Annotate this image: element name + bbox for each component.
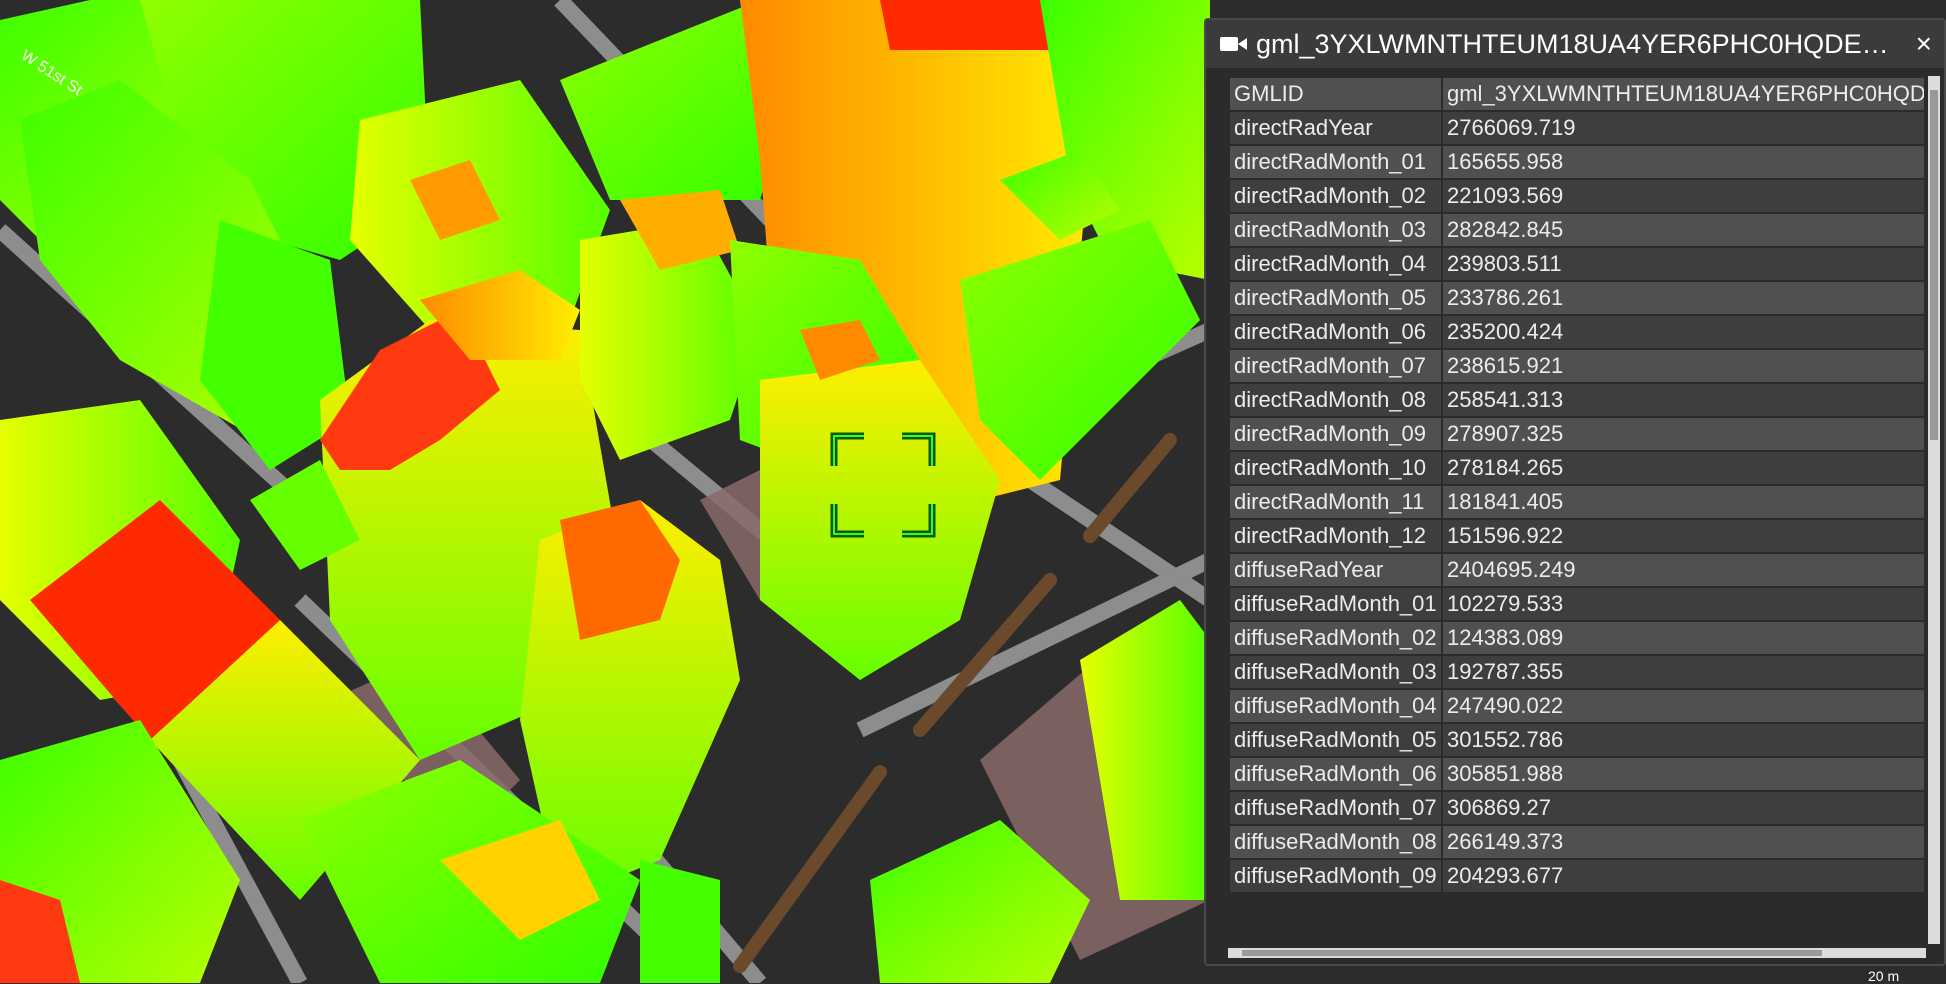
table-row: directRadYear 2766069.719: [1230, 112, 1924, 144]
table-row: directRadMonth_09 278907.325: [1230, 418, 1924, 450]
attribute-value: 102279.533: [1443, 588, 1924, 620]
attribute-table: GMLID gml_3YXLWMNTHTEUM18UA4YER6PHC0HQDEK…: [1228, 76, 1926, 894]
attribute-key: diffuseRadMonth_08: [1230, 826, 1441, 858]
attribute-key: diffuseRadYear: [1230, 554, 1441, 586]
attribute-key: diffuseRadMonth_07: [1230, 792, 1441, 824]
panel-title: gml_3YXLWMNTHTEUM18UA4YER6PHC0HQDEKOM75.…: [1256, 28, 1906, 59]
attribute-value: 221093.569: [1443, 180, 1924, 212]
attribute-key: directRadMonth_10: [1230, 452, 1441, 484]
attribute-table-container[interactable]: GMLID gml_3YXLWMNTHTEUM18UA4YER6PHC0HQDEK…: [1228, 76, 1926, 944]
attribute-value: 278907.325: [1443, 418, 1924, 450]
camera-icon[interactable]: [1218, 34, 1248, 54]
table-row: directRadMonth_10 278184.265: [1230, 452, 1924, 484]
attribute-value: gml_3YXLWMNTHTEUM18UA4YER6PHC0HQDEK: [1443, 78, 1924, 110]
attribute-value: 247490.022: [1443, 690, 1924, 722]
attribute-value: 2404695.249: [1443, 554, 1924, 586]
attribute-key: diffuseRadMonth_05: [1230, 724, 1441, 756]
attribute-value: 301552.786: [1443, 724, 1924, 756]
panel-titlebar[interactable]: gml_3YXLWMNTHTEUM18UA4YER6PHC0HQDEKOM75.…: [1206, 20, 1944, 68]
attribute-key: directRadMonth_01: [1230, 146, 1441, 178]
table-row: directRadMonth_11 181841.405: [1230, 486, 1924, 518]
attribute-key: directRadMonth_12: [1230, 520, 1441, 552]
attribute-key: directRadMonth_11: [1230, 486, 1441, 518]
table-row: directRadMonth_01 165655.958: [1230, 146, 1924, 178]
attribute-key: directRadMonth_03: [1230, 214, 1441, 246]
attribute-value: 306869.27: [1443, 792, 1924, 824]
table-row: diffuseRadMonth_03 192787.355: [1230, 656, 1924, 688]
table-row: directRadMonth_02 221093.569: [1230, 180, 1924, 212]
attribute-key: directRadMonth_08: [1230, 384, 1441, 416]
attribute-key: directRadYear: [1230, 112, 1441, 144]
table-row: diffuseRadMonth_01 102279.533: [1230, 588, 1924, 620]
attribute-value: 282842.845: [1443, 214, 1924, 246]
table-row: diffuseRadMonth_02 124383.089: [1230, 622, 1924, 654]
scale-label: 20 m: [1868, 968, 1900, 984]
attribute-value: 278184.265: [1443, 452, 1924, 484]
vertical-scroll-thumb[interactable]: [1930, 90, 1938, 440]
attribute-value: 238615.921: [1443, 350, 1924, 382]
table-row: diffuseRadYear 2404695.249: [1230, 554, 1924, 586]
attribute-value: 124383.089: [1443, 622, 1924, 654]
horizontal-scrollbar[interactable]: [1228, 948, 1926, 958]
attribute-value: 151596.922: [1443, 520, 1924, 552]
attribute-key: diffuseRadMonth_04: [1230, 690, 1441, 722]
attribute-key: directRadMonth_06: [1230, 316, 1441, 348]
table-row: directRadMonth_06 235200.424: [1230, 316, 1924, 348]
attribute-value: 239803.511: [1443, 248, 1924, 280]
attribute-key: diffuseRadMonth_03: [1230, 656, 1441, 688]
attribute-key: diffuseRadMonth_02: [1230, 622, 1441, 654]
attribute-value: 258541.313: [1443, 384, 1924, 416]
attribute-value: 233786.261: [1443, 282, 1924, 314]
table-row: diffuseRadMonth_09 204293.677: [1230, 860, 1924, 892]
table-row: diffuseRadMonth_05 301552.786: [1230, 724, 1924, 756]
attribute-key: diffuseRadMonth_01: [1230, 588, 1441, 620]
table-row: directRadMonth_03 282842.845: [1230, 214, 1924, 246]
table-row: diffuseRadMonth_08 266149.373: [1230, 826, 1924, 858]
table-row: directRadMonth_12 151596.922: [1230, 520, 1924, 552]
attribute-key: directRadMonth_09: [1230, 418, 1441, 450]
attribute-value: 2766069.719: [1443, 112, 1924, 144]
feature-info-panel[interactable]: gml_3YXLWMNTHTEUM18UA4YER6PHC0HQDEKOM75.…: [1204, 18, 1946, 966]
horizontal-scroll-thumb[interactable]: [1242, 950, 1822, 956]
table-row: GMLID gml_3YXLWMNTHTEUM18UA4YER6PHC0HQDEK: [1230, 78, 1924, 110]
close-icon[interactable]: ×: [1916, 28, 1932, 60]
attribute-value: 235200.424: [1443, 316, 1924, 348]
table-row: directRadMonth_07 238615.921: [1230, 350, 1924, 382]
attribute-value: 266149.373: [1443, 826, 1924, 858]
attribute-key: GMLID: [1230, 78, 1441, 110]
table-row: diffuseRadMonth_06 305851.988: [1230, 758, 1924, 790]
table-row: directRadMonth_04 239803.511: [1230, 248, 1924, 280]
attribute-key: directRadMonth_04: [1230, 248, 1441, 280]
attribute-key: directRadMonth_02: [1230, 180, 1441, 212]
attribute-value: 165655.958: [1443, 146, 1924, 178]
table-row: directRadMonth_08 258541.313: [1230, 384, 1924, 416]
attribute-key: directRadMonth_07: [1230, 350, 1441, 382]
attribute-key: diffuseRadMonth_06: [1230, 758, 1441, 790]
focus-frame-icon: [830, 432, 936, 538]
table-row: directRadMonth_05 233786.261: [1230, 282, 1924, 314]
table-row: diffuseRadMonth_07 306869.27: [1230, 792, 1924, 824]
attribute-value: 204293.677: [1443, 860, 1924, 892]
attribute-key: directRadMonth_05: [1230, 282, 1441, 314]
vertical-scrollbar[interactable]: [1928, 76, 1940, 944]
attribute-key: diffuseRadMonth_09: [1230, 860, 1441, 892]
attribute-value: 181841.405: [1443, 486, 1924, 518]
table-row: diffuseRadMonth_04 247490.022: [1230, 690, 1924, 722]
attribute-value: 192787.355: [1443, 656, 1924, 688]
attribute-value: 305851.988: [1443, 758, 1924, 790]
